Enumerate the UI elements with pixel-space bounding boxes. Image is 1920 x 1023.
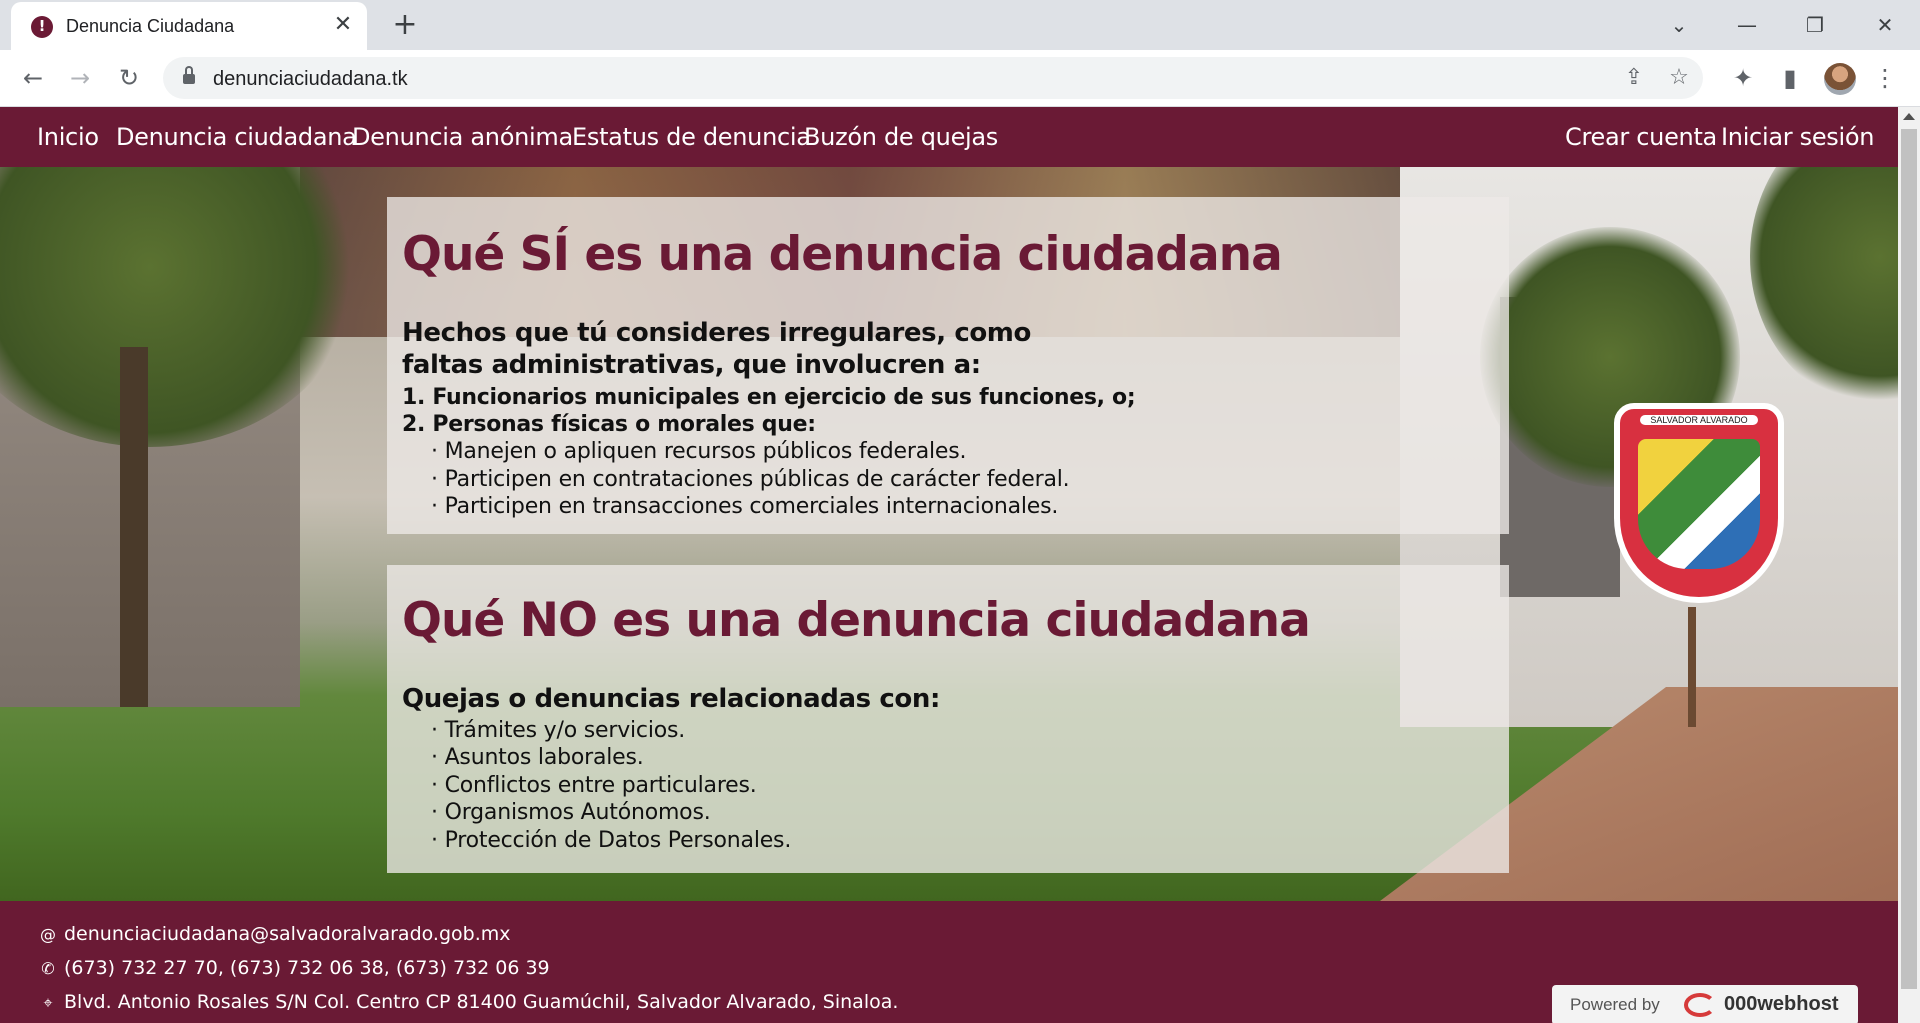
footer-phone-row: ✆ (673) 732 27 70, (673) 732 06 38, (673)… xyxy=(38,957,550,979)
webhost-name: 000webhost xyxy=(1724,993,1839,1015)
section-yes-title: Qué SÍ es una denuncia ciudadana xyxy=(402,227,1283,282)
section-no-lead: Quejas o denuncias relacionadas con: xyxy=(402,684,940,714)
webhost-logo-icon xyxy=(1684,993,1716,1017)
tree-left xyxy=(0,167,360,447)
page-scrollbar[interactable] xyxy=(1898,107,1920,1023)
nav-denuncia-ciudadana[interactable]: Denuncia ciudadana xyxy=(116,123,357,151)
card-que-si: Qué SÍ es una denuncia ciudadana Hechos … xyxy=(387,197,1509,534)
section-yes-bullet-1: · Manejen o apliquen recursos públicos f… xyxy=(431,439,967,464)
tab-title: Denuncia Ciudadana xyxy=(66,16,235,36)
section-yes-bullet-2: · Participen en contrataciones públicas … xyxy=(431,467,1070,492)
location-icon: ⌖ xyxy=(43,993,53,1012)
hero-background: SALVADOR ALVARADO Qué SÍ es una denuncia… xyxy=(0,167,1898,901)
section-yes-lead: Hechos que tú consideres irregulares, co… xyxy=(402,318,1031,380)
section-no-bullet-3: · Conflictos entre particulares. xyxy=(431,773,757,798)
site-footer: @ denunciaciudadana@salvadoralvarado.gob.… xyxy=(0,901,1898,1023)
footer-email[interactable]: denunciaciudadana@salvadoralvarado.gob.m… xyxy=(64,923,511,945)
nav-iniciar-sesion[interactable]: Iniciar sesión xyxy=(1721,123,1874,151)
municipal-crest: SALVADOR ALVARADO xyxy=(1614,403,1784,603)
section-no-bullet-1: · Trámites y/o servicios. xyxy=(431,718,686,743)
browser-tab[interactable]: Denuncia Ciudadana ✕ xyxy=(11,2,367,50)
nav-crear-cuenta[interactable]: Crear cuenta xyxy=(1565,123,1717,151)
section-no-bullet-4: · Organismos Autónomos. xyxy=(431,800,711,825)
card-que-no: Qué NO es una denuncia ciudadana Quejas … xyxy=(387,565,1509,873)
footer-address-row: ⌖ Blvd. Antonio Rosales S/N Col. Centro C… xyxy=(38,991,898,1013)
section-yes-item-1: 1. Funcionarios municipales en ejercicio… xyxy=(402,385,1136,410)
section-no-title: Qué NO es una denuncia ciudadana xyxy=(402,593,1311,648)
lock-icon[interactable] xyxy=(183,66,195,84)
crest-shield xyxy=(1638,439,1760,569)
site-navbar: Inicio Denuncia ciudadana Denuncia anóni… xyxy=(0,107,1898,167)
reload-icon[interactable]: ↻ xyxy=(112,61,146,95)
section-yes-bullet-3: · Participen en transacciones comerciale… xyxy=(431,494,1059,519)
url-text[interactable]: denunciaciudadana.tk xyxy=(213,68,408,91)
crest-ribbon: SALVADOR ALVARADO xyxy=(1640,415,1758,425)
tab-close-icon[interactable]: ✕ xyxy=(331,13,355,37)
section-no-bullet-2: · Asuntos laborales. xyxy=(431,745,644,770)
footer-phones: (673) 732 27 70, (673) 732 06 38, (673) … xyxy=(64,957,550,979)
footer-email-row: @ denunciaciudadana@salvadoralvarado.gob.… xyxy=(38,923,511,945)
favicon-icon xyxy=(31,16,53,38)
minimize-icon[interactable]: — xyxy=(1730,8,1764,42)
section-yes-item-2: 2. Personas físicas o morales que: xyxy=(402,412,816,437)
side-panel-icon[interactable]: ▮ xyxy=(1773,61,1807,95)
scroll-up-icon[interactable] xyxy=(1903,113,1915,120)
back-icon[interactable]: ← xyxy=(16,61,50,95)
powered-by-badge[interactable]: Powered by 000webhost xyxy=(1552,985,1858,1023)
phone-icon: ✆ xyxy=(41,959,55,978)
page-content: Inicio Denuncia ciudadana Denuncia anóni… xyxy=(0,107,1898,1023)
profile-avatar[interactable] xyxy=(1824,63,1856,95)
extensions-icon[interactable]: ✦ xyxy=(1726,61,1760,95)
crest-pole xyxy=(1688,607,1696,727)
powered-by-label: Powered by xyxy=(1570,995,1660,1014)
scrollbar-thumb[interactable] xyxy=(1901,129,1917,989)
tree-trunk xyxy=(120,347,148,707)
nav-buzon-quejas[interactable]: Buzón de quejas xyxy=(804,123,998,151)
window-close-icon[interactable]: ✕ xyxy=(1868,8,1902,42)
address-bar[interactable]: denunciaciudadana.tk ⇪ ☆ xyxy=(163,57,1703,99)
star-icon[interactable]: ☆ xyxy=(1665,64,1693,92)
new-tab-button[interactable]: + xyxy=(390,10,420,40)
nav-inicio[interactable]: Inicio xyxy=(37,123,99,151)
kebab-menu-icon[interactable]: ⋮ xyxy=(1868,61,1902,95)
email-icon: @ xyxy=(40,925,56,944)
section-no-bullet-5: · Protección de Datos Personales. xyxy=(431,828,792,853)
forward-icon[interactable]: → xyxy=(63,61,97,95)
browser-toolbar: ← → ↻ denunciaciudadana.tk ⇪ ☆ ✦ ▮ ⋮ xyxy=(0,50,1920,107)
share-icon[interactable]: ⇪ xyxy=(1620,64,1648,92)
nav-estatus-denuncia[interactable]: Estatus de denuncia xyxy=(572,123,811,151)
footer-address: Blvd. Antonio Rosales S/N Col. Centro CP… xyxy=(64,991,899,1013)
restore-icon[interactable]: ❐ xyxy=(1798,8,1832,42)
tab-strip: Denuncia Ciudadana ✕ + ⌄ — ❐ ✕ xyxy=(0,0,1920,50)
nav-denuncia-anonima[interactable]: Denuncia anónima xyxy=(352,123,573,151)
tab-search-icon[interactable]: ⌄ xyxy=(1662,8,1696,42)
